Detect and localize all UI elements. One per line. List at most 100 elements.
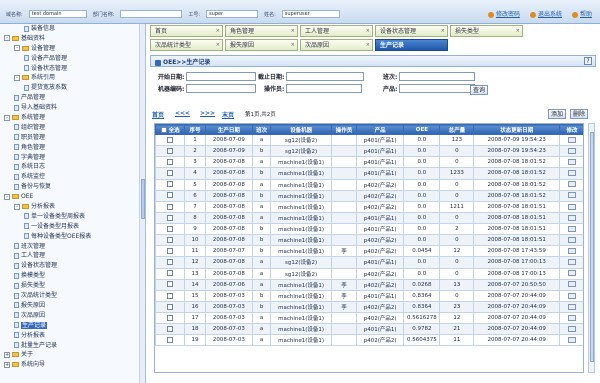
row-checkbox-cell[interactable] — [155, 334, 186, 347]
row-checkbox-cell[interactable] — [155, 311, 186, 325]
tree-item[interactable]: 报失原因 — [0, 301, 145, 311]
add-button[interactable]: 添加 — [548, 109, 566, 119]
tree-item[interactable]: 导入基础资料 — [0, 103, 145, 113]
tree-item[interactable]: 备份与恢复 — [0, 182, 145, 192]
tree-item[interactable]: 生产记录 — [0, 321, 145, 331]
row-checkbox[interactable] — [167, 170, 174, 177]
edit-cell[interactable] — [559, 133, 583, 147]
expand-icon[interactable]: + — [4, 351, 10, 358]
table-row[interactable]: 5 2008-07-08 a machine1(设备1) p402(产品2) 0.0 0 20… — [155, 178, 583, 191]
tab-item[interactable]: 次品原因 × — [300, 39, 373, 51]
tab-item[interactable]: 报失原因 × — [225, 39, 298, 51]
table-row[interactable]: 15 2008-07-03 b machine1(设备1) 李 p401(产品1) 0.83… — [155, 289, 583, 302]
tree-item[interactable]: - 设备管理 — [0, 44, 145, 54]
row-checkbox-cell[interactable] — [155, 278, 186, 291]
last-page-link[interactable]: 末页 — [222, 110, 234, 119]
table-row[interactable]: 14 2008-07-06 a machine1(设备1) 李 p402(产品2) 0.02… — [155, 278, 583, 291]
row-checkbox[interactable] — [167, 203, 174, 210]
edit-cell[interactable] — [559, 200, 583, 213]
edit-cell[interactable] — [559, 222, 583, 236]
tree-item[interactable]: 损失类型 — [0, 281, 145, 291]
tree-item[interactable]: 提货宽放系数 — [0, 83, 145, 93]
row-checkbox[interactable] — [167, 236, 174, 243]
tree-item[interactable]: - 系统管理 — [0, 113, 145, 123]
tab-item[interactable]: 角色管理 × — [225, 25, 298, 37]
edit-icon[interactable] — [568, 214, 577, 221]
table-row[interactable]: 16 2008-07-03 b machine1(设备1) 李 p402(产品2) 0.83… — [155, 300, 583, 314]
row-checkbox[interactable] — [167, 281, 174, 288]
edit-icon[interactable] — [568, 136, 577, 143]
tree-item[interactable]: 系统日志 — [0, 162, 145, 172]
edit-cell[interactable] — [559, 211, 583, 225]
tab-close-icon[interactable]: × — [291, 26, 295, 36]
tab-close-icon[interactable]: × — [216, 40, 220, 50]
edit-icon[interactable] — [568, 270, 577, 277]
row-checkbox-cell[interactable] — [155, 167, 186, 180]
row-checkbox[interactable] — [167, 325, 174, 332]
tab-close-icon[interactable]: × — [366, 26, 370, 36]
edit-icon[interactable] — [568, 181, 577, 188]
tree-item[interactable]: 职员管理 — [0, 133, 145, 143]
table-row[interactable]: 9 2008-07-08 b machine1(设备1) p401(产品1) 0.0 2 20… — [155, 222, 583, 236]
row-checkbox-cell[interactable] — [155, 300, 186, 314]
end-date-input[interactable] — [286, 72, 365, 81]
sidebar-scrollbar[interactable] — [139, 24, 145, 383]
collapse-icon[interactable]: - — [4, 193, 10, 200]
edit-icon[interactable] — [568, 236, 577, 243]
collapse-icon[interactable]: - — [14, 45, 20, 52]
edit-cell[interactable] — [559, 256, 583, 269]
tree-item[interactable]: 工人管理 — [0, 251, 145, 261]
tree-item[interactable]: - 分析报表 — [0, 202, 145, 212]
edit-icon[interactable] — [568, 325, 577, 332]
table-row[interactable]: 19 2008-07-03 a machine1(设备1) p402(产品2) 0.560… — [155, 334, 583, 347]
query-button[interactable]: 查询 — [470, 85, 488, 95]
row-checkbox[interactable] — [167, 181, 174, 188]
table-row[interactable]: 11 2008-07-07 b machine1(设备1) 李 p402(产品2) 0.04… — [155, 245, 583, 258]
edit-icon[interactable] — [568, 337, 577, 344]
edit-cell[interactable] — [559, 245, 583, 258]
table-scrollbar[interactable] — [588, 123, 595, 373]
row-checkbox[interactable] — [167, 303, 174, 310]
tab-close-icon[interactable]: × — [366, 40, 370, 50]
next-page-link[interactable]: >>> — [200, 110, 215, 117]
edit-cell[interactable] — [559, 156, 583, 169]
row-checkbox-cell[interactable] — [155, 222, 186, 236]
tab-close-icon[interactable]: × — [441, 40, 445, 50]
tab-close-icon[interactable]: × — [216, 26, 220, 36]
edit-icon[interactable] — [568, 248, 577, 255]
row-checkbox[interactable] — [167, 270, 174, 277]
edit-cell[interactable] — [559, 323, 583, 336]
tree-item[interactable]: 字典管理 — [0, 153, 145, 163]
row-checkbox-cell[interactable] — [155, 189, 186, 202]
table-row[interactable]: 2 2008-07-09 b sg12(设备2) p401(产品1) 0.0 0 2008-0… — [155, 145, 583, 158]
row-checkbox[interactable] — [167, 214, 174, 221]
row-checkbox[interactable] — [167, 147, 174, 154]
table-row[interactable]: 1 2008-07-09 a sg12(设备2) p401(产品1) 0.0 123 2008… — [155, 133, 583, 147]
tree-item[interactable]: 一设备类型月报表 — [0, 222, 145, 232]
row-checkbox-cell[interactable] — [155, 267, 186, 280]
table-row[interactable]: 10 2008-07-08 b machine1(设备1) p402(产品2) 0.0 0 2… — [155, 234, 583, 247]
tab-item[interactable]: 生产记录 × — [375, 39, 448, 51]
row-checkbox[interactable] — [167, 292, 174, 299]
row-checkbox-cell[interactable] — [155, 156, 186, 169]
row-checkbox-cell[interactable] — [155, 245, 186, 258]
row-checkbox[interactable] — [167, 225, 174, 232]
tree-item[interactable]: + 系统向导 — [0, 360, 145, 370]
tree-item[interactable]: 换模类型 — [0, 271, 145, 281]
product-input[interactable] — [399, 84, 476, 93]
collapse-icon[interactable]: - — [14, 203, 20, 210]
edit-cell[interactable] — [559, 278, 583, 291]
tab-item[interactable]: 首页 × — [150, 25, 223, 37]
first-page-link[interactable]: 首页 — [152, 110, 164, 119]
row-checkbox-cell[interactable] — [155, 323, 186, 336]
edit-cell[interactable] — [559, 189, 583, 202]
row-checkbox-cell[interactable] — [155, 145, 186, 158]
tree-item[interactable]: 产品管理 — [0, 93, 145, 103]
prev-page-link[interactable]: <<< — [175, 110, 190, 117]
delete-button[interactable]: 删除 — [570, 109, 588, 119]
operator-input[interactable] — [286, 84, 363, 93]
tab-item[interactable]: 次品统计类型 × — [150, 39, 223, 51]
tab-item[interactable]: 损失类型 × — [450, 25, 523, 37]
machine-code-input[interactable] — [186, 84, 257, 93]
edit-icon[interactable] — [568, 170, 577, 177]
